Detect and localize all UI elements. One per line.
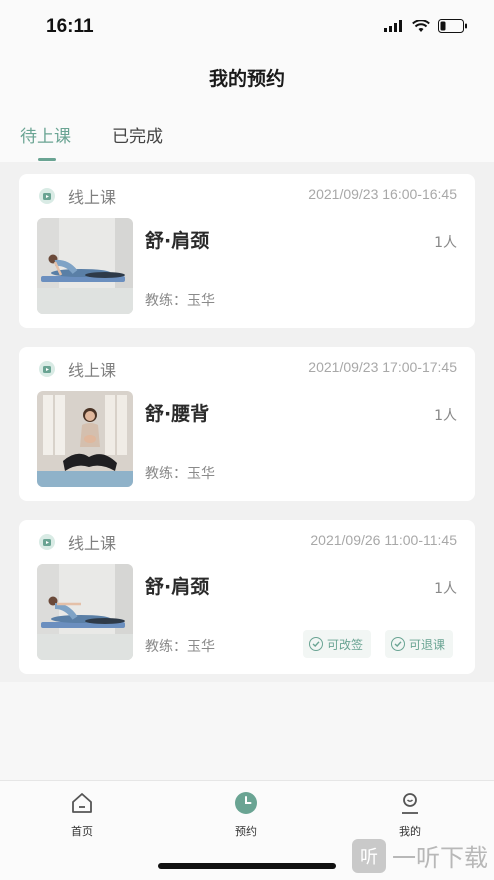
class-title: 舒·肩颈: [145, 230, 210, 252]
coach-name: 教练：玉华: [145, 639, 215, 655]
class-time: 2021/09/23 17:00-17:45: [308, 359, 457, 375]
class-thumbnail: [37, 391, 133, 487]
participant-count: 1人: [434, 235, 457, 251]
coach-name: 教练：玉华: [145, 293, 215, 309]
class-time: 2021/09/23 16:00-16:45: [308, 186, 457, 202]
nav-booking[interactable]: 预约: [211, 791, 281, 839]
clock-icon: [235, 792, 257, 814]
page-title: 我的预约: [208, 68, 285, 90]
status-time: 16:11: [46, 16, 94, 37]
booking-card[interactable]: 线上课 2021/09/26 11:00-11:45 舒·肩颈 1人 教练：玉华: [19, 520, 475, 674]
status-icons: [384, 18, 468, 34]
status-bar: 16:11: [0, 0, 494, 52]
battery-icon: [438, 19, 467, 33]
cancel-class-button[interactable]: 可退课: [385, 630, 454, 658]
wifi-icon: [412, 19, 430, 32]
online-class-icon: [39, 361, 55, 377]
signal-icon: [384, 20, 402, 32]
tab-bar: 待上课 已完成: [0, 122, 494, 162]
cancel-class-label: 可退课: [409, 637, 446, 652]
tab-upcoming[interactable]: 待上课: [20, 122, 71, 147]
class-type: 线上课: [68, 534, 117, 553]
nav-booking-label: 预约: [235, 825, 257, 838]
check-circle-icon: [309, 637, 323, 651]
class-type: 线上课: [68, 188, 117, 207]
nav-profile[interactable]: 我的: [375, 791, 445, 839]
home-icon: [72, 793, 92, 813]
class-title: 舒·腰背: [145, 403, 210, 425]
booking-card[interactable]: 线上课 2021/09/23 16:00-16:45 舒·肩颈 1人 教练：玉华: [19, 174, 475, 328]
nav-home[interactable]: 首页: [47, 791, 117, 839]
class-thumbnail: [37, 564, 133, 660]
class-title: 舒·肩颈: [145, 576, 210, 598]
nav-profile-label: 我的: [399, 825, 421, 838]
nav-home-label: 首页: [71, 825, 93, 838]
active-tab-indicator: [38, 158, 56, 161]
profile-icon: [402, 793, 418, 814]
class-thumbnail: [37, 218, 133, 314]
online-class-icon: [39, 534, 55, 550]
check-circle-icon: [391, 637, 405, 651]
class-time: 2021/09/26 11:00-11:45: [310, 532, 457, 548]
home-indicator: [158, 863, 336, 869]
reschedule-label: 可改签: [327, 637, 364, 652]
participant-count: 1人: [434, 581, 457, 597]
booking-card[interactable]: 线上课 2021/09/23 17:00-17:45 舒·腰背 1人 教练：玉华: [19, 347, 475, 501]
booking-list: 线上课 2021/09/23 16:00-16:45 舒·肩颈 1人 教练：玉华: [0, 162, 494, 682]
tab-completed[interactable]: 已完成: [112, 122, 163, 147]
online-class-icon: [39, 188, 55, 204]
watermark-logo: 听: [352, 838, 386, 873]
watermark-text: 一听下载: [392, 844, 488, 872]
reschedule-button[interactable]: 可改签: [303, 630, 372, 658]
watermark: 听 一听下载: [352, 838, 488, 873]
participant-count: 1人: [434, 408, 457, 424]
class-type: 线上课: [68, 361, 117, 380]
coach-name: 教练：玉华: [145, 466, 215, 482]
